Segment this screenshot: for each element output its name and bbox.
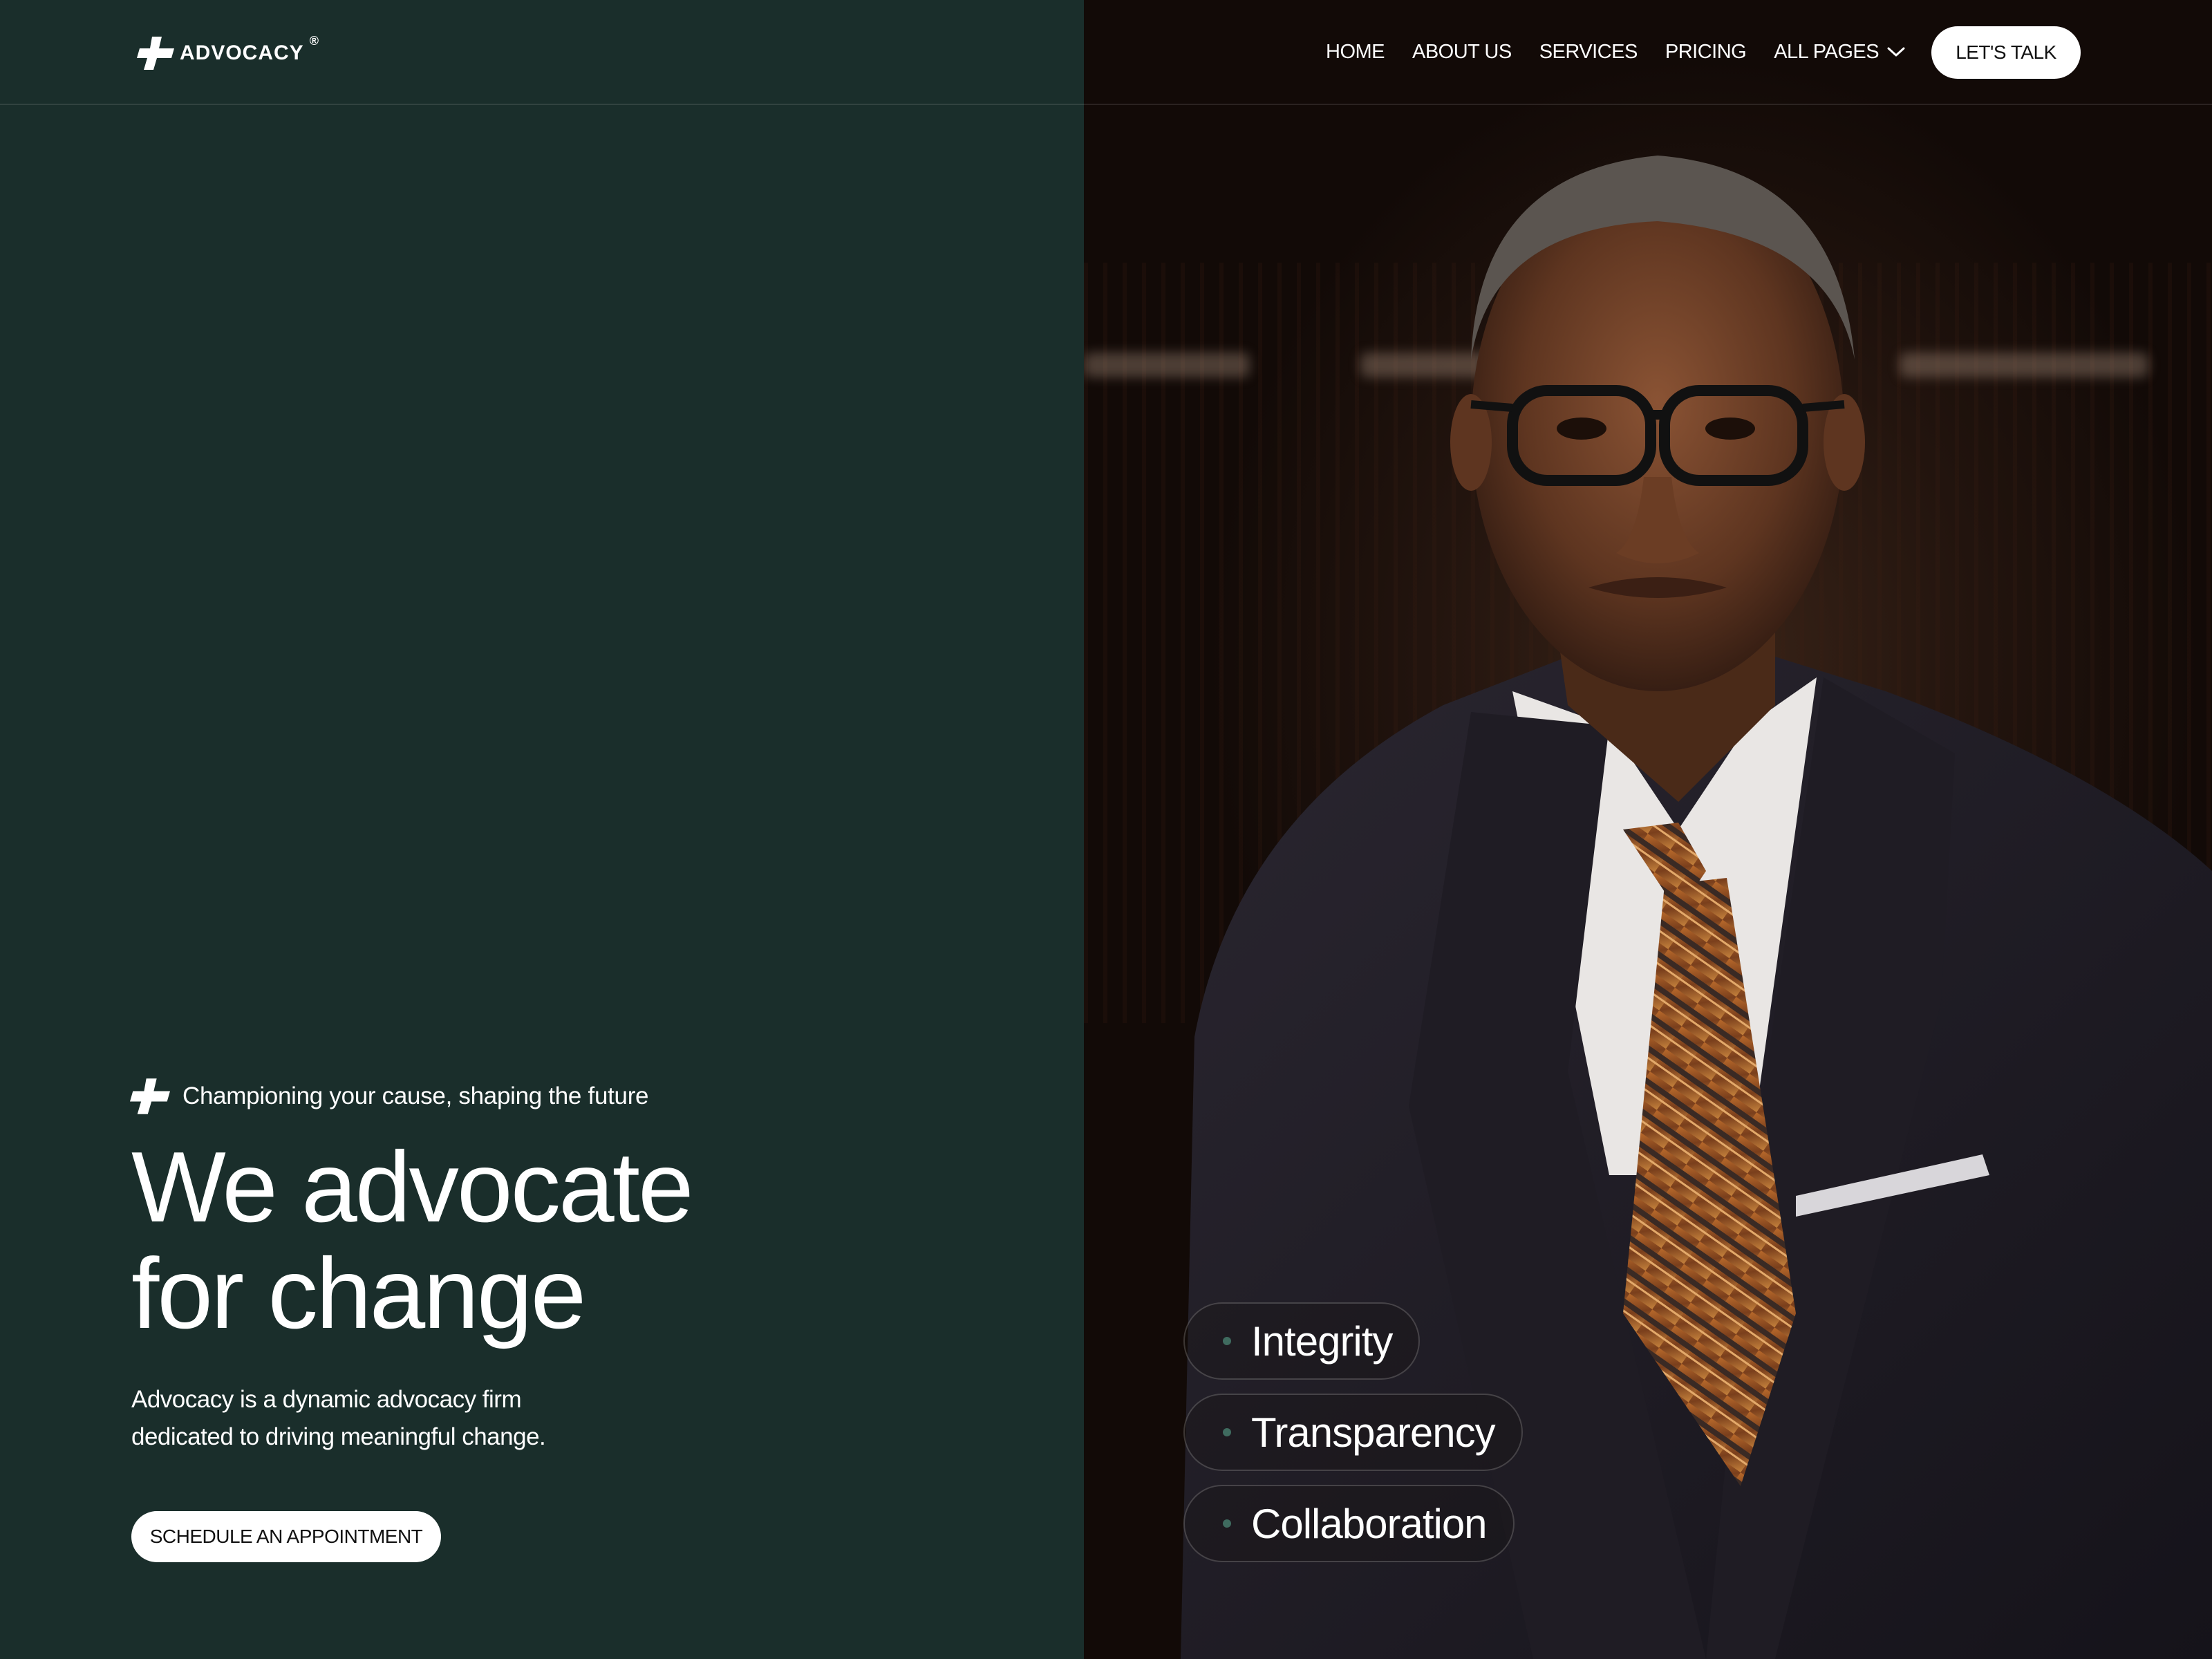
nav-item-all-pages[interactable]: ALL PAGES [1774, 37, 1905, 66]
value-label: Collaboration [1251, 1500, 1488, 1547]
nav-item-services[interactable]: SERVICES [1539, 37, 1638, 66]
nav-item-all-pages-label: ALL PAGES [1774, 41, 1880, 63]
hero-description: Advocacy is a dynamic advocacy firm dedi… [131, 1381, 615, 1456]
brand-logo[interactable]: ADVOCACY ® [137, 33, 319, 71]
main-nav: HOME ABOUT US SERVICES PRICING ALL PAGES [1326, 37, 1933, 66]
nav-item-home[interactable]: HOME [1326, 37, 1385, 66]
hero-tagline: Championing your cause, shaping the futu… [130, 1078, 649, 1114]
brand-name: ADVOCACY [180, 41, 304, 64]
nav-item-pricing[interactable]: PRICING [1665, 37, 1747, 66]
hero-description-line-1: Advocacy is a dynamic advocacy firm [131, 1386, 522, 1413]
value-pill-transparency: Transparency [1183, 1394, 1523, 1471]
lets-talk-button[interactable]: LET'S TALK [1931, 26, 2081, 79]
nav-item-about-us[interactable]: ABOUT US [1412, 37, 1512, 66]
hero-title-line-1: We advocate [131, 1131, 694, 1243]
schedule-appointment-button[interactable]: SCHEDULE AN APPOINTMENT [131, 1511, 441, 1562]
tagline-plus-icon [130, 1078, 170, 1114]
brand-plus-icon [137, 37, 174, 70]
bullet-dot-icon [1223, 1519, 1231, 1528]
hero-description-line-2: dedicated to driving meaningful change. [131, 1423, 546, 1450]
tagline-text: Championing your cause, shaping the futu… [182, 1082, 649, 1109]
value-pill-collaboration: Collaboration [1183, 1485, 1515, 1562]
bullet-dot-icon [1223, 1428, 1231, 1436]
value-label: Integrity [1251, 1318, 1393, 1365]
value-pill-integrity: Integrity [1183, 1302, 1421, 1380]
bullet-dot-icon [1223, 1337, 1231, 1345]
hero-title-line-2: for change [131, 1237, 586, 1349]
chevron-down-icon [1887, 47, 1905, 57]
registered-mark: ® [309, 33, 319, 48]
page: ADVOCACY ® HOME ABOUT US SERVICES PRICIN… [0, 0, 2212, 1659]
top-navbar: ADVOCACY ® HOME ABOUT US SERVICES PRICIN… [0, 0, 2212, 105]
hero-title: We advocate for change [131, 1134, 961, 1347]
value-label: Transparency [1251, 1409, 1496, 1456]
